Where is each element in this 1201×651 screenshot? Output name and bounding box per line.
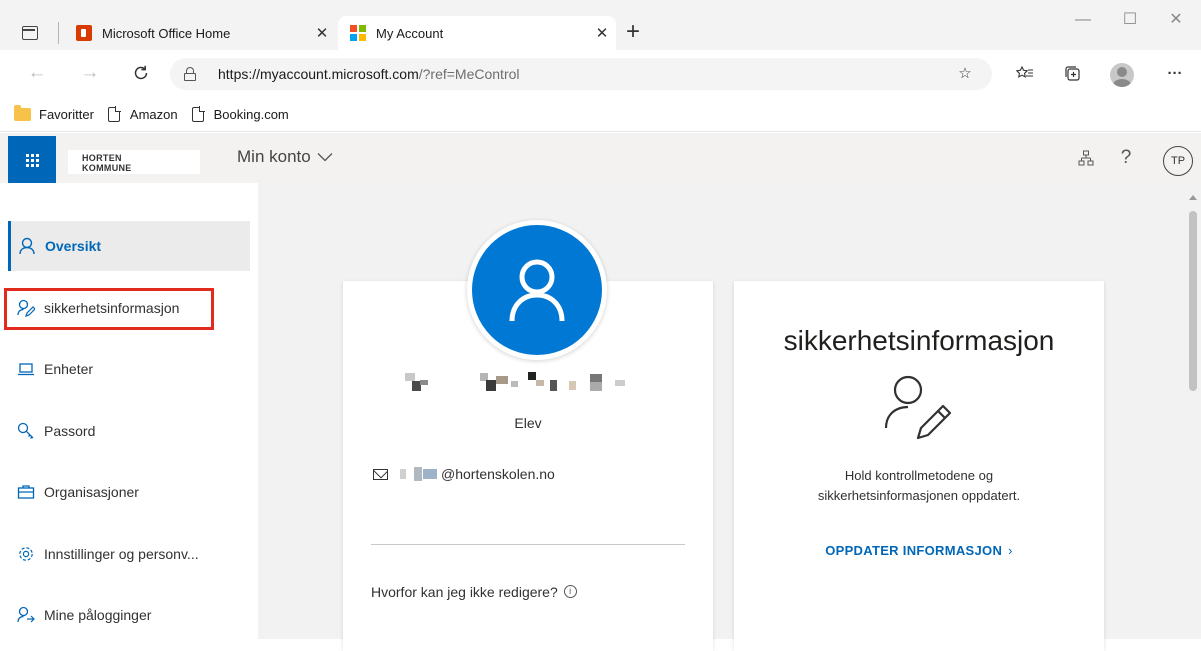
microsoft-logo-icon [350, 25, 366, 41]
url-field[interactable]: https://myaccount.microsoft.com/?ref=MeC… [170, 58, 992, 90]
tab-title: My Account [376, 25, 444, 41]
org-logo-line1: HORTEN [82, 153, 122, 163]
update-info-label: OPPDATER INFORMASJON [825, 543, 1003, 558]
main-content [258, 183, 1184, 651]
why-cant-edit-link[interactable]: Hvorfor kan jeg ikke redigere? i [371, 584, 577, 600]
organization-chart-icon[interactable] [1073, 145, 1099, 171]
back-button[interactable]: ← [22, 58, 52, 88]
description-line: sikkerhetsinformasjonen oppdatert. [817, 488, 1021, 503]
forward-button[interactable]: → [75, 58, 105, 88]
sidebar-item-mine-palogginger[interactable]: Mine pålogginger [8, 590, 250, 640]
folder-icon [14, 105, 31, 121]
app-header: HORTEN KOMMUNE Min konto ? TP [0, 133, 1201, 184]
briefcase-icon [16, 482, 36, 502]
close-window-button[interactable]: ✕ [1153, 6, 1199, 34]
app-launcher-button[interactable] [8, 136, 56, 184]
waffle-icon [26, 154, 39, 167]
tab-actions-icon[interactable] [22, 26, 38, 40]
tab-title: Microsoft Office Home [102, 25, 231, 41]
url-path: /?ref=MeControl [418, 66, 520, 82]
maximize-button[interactable]: ☐ [1107, 6, 1153, 34]
refresh-button[interactable] [126, 58, 156, 88]
tab-microsoft-office-home[interactable]: Microsoft Office Home ✕ [68, 16, 336, 50]
app-title-menu[interactable]: Min konto [237, 147, 333, 167]
mail-icon [373, 468, 388, 480]
app-title: Min konto [237, 147, 311, 166]
sign-ins-icon [16, 605, 36, 625]
chevron-down-icon [317, 153, 333, 162]
page-icon [191, 106, 205, 122]
person-icon [509, 259, 565, 322]
office-icon [76, 25, 92, 41]
description-line: Hold kontrollmetodene og [844, 468, 994, 483]
sidebar-item-enheter[interactable]: Enheter [8, 344, 250, 394]
collections-icon[interactable] [1060, 62, 1086, 86]
security-card-description: Hold kontrollmetodene og sikkerhetsinfor… [734, 466, 1104, 506]
scroll-thumb[interactable] [1189, 211, 1197, 391]
laptop-icon [16, 359, 36, 379]
card-divider [371, 544, 685, 545]
add-favorite-icon[interactable]: ☆ [952, 62, 978, 86]
favorite-label: Favoritter [39, 107, 94, 122]
more-options-icon[interactable]: ··· [1162, 62, 1188, 86]
user-name-redacted [400, 370, 650, 392]
sidebar-item-label: Organisasjoner [44, 484, 139, 500]
security-card-title: sikkerhetsinformasjon [783, 325, 1055, 356]
user-email: @hortenskolen.no [373, 466, 555, 482]
sidebar-item-label: Passord [44, 423, 96, 439]
org-logo-line2: KOMMUNE [82, 163, 132, 173]
favorite-booking[interactable]: Booking.com [191, 106, 289, 122]
highlight-annotation [4, 288, 214, 330]
sidebar-item-label: Innstillinger og personv... [44, 546, 199, 562]
favorite-label: Booking.com [213, 107, 289, 122]
new-tab-button[interactable]: + [626, 18, 640, 46]
sidebar-item-innstillinger[interactable]: Innstillinger og personv... [8, 529, 250, 579]
email-redacted [400, 469, 406, 479]
sidebar-item-label: Mine pålogginger [44, 607, 152, 623]
why-cant-edit-label: Hvorfor kan jeg ikke redigere? [371, 584, 558, 600]
minimize-button[interactable]: — [1060, 6, 1106, 34]
lock-icon[interactable] [184, 67, 196, 81]
tab-close-icon[interactable]: ✕ [308, 24, 336, 42]
gear-icon [16, 544, 36, 564]
help-icon[interactable]: ? [1116, 145, 1136, 171]
organization-logo[interactable]: HORTEN KOMMUNE [68, 150, 200, 174]
sidebar-item-organisasjoner[interactable]: Organisasjoner [8, 467, 250, 517]
user-avatar[interactable]: TP [1163, 146, 1193, 176]
tab-close-icon[interactable]: ✕ [588, 24, 616, 42]
refresh-icon [134, 65, 148, 80]
person-icon [17, 236, 37, 256]
security-info-icon [884, 375, 952, 440]
page-icon [107, 106, 121, 122]
url-host: https://myaccount.microsoft.com [218, 66, 419, 82]
sidebar-item-oversikt[interactable]: Oversikt [8, 221, 250, 271]
chevron-right-icon: › [1008, 543, 1013, 558]
scroll-up-icon[interactable] [1189, 195, 1197, 200]
profile-picture[interactable] [467, 220, 607, 360]
favorites-bar: Favoritter Amazon Booking.com [0, 98, 1201, 132]
profile-avatar-icon[interactable] [1110, 63, 1134, 87]
info-icon[interactable]: i [563, 585, 577, 598]
email-domain: @hortenskolen.no [441, 466, 555, 482]
sidebar-item-label: Enheter [44, 361, 94, 377]
tab-my-account[interactable]: My Account ✕ [338, 16, 616, 50]
update-info-link[interactable]: OPPDATER INFORMASJON › [734, 543, 1104, 558]
key-icon [16, 421, 36, 441]
favorite-label: Amazon [129, 107, 178, 122]
favorite-favoritter[interactable]: Favoritter [14, 105, 94, 122]
browser-tab-strip: Microsoft Office Home ✕ My Account ✕ + —… [0, 0, 1201, 50]
sidebar: Oversikt sikkerhetsinformasjon Enheter P… [0, 183, 258, 639]
favorites-icon[interactable] [1012, 62, 1038, 86]
favorite-amazon[interactable]: Amazon [107, 106, 178, 122]
sidebar-item-passord[interactable]: Passord [8, 406, 250, 456]
sidebar-item-label: Oversikt [45, 238, 102, 254]
user-role: Elev [514, 415, 542, 431]
tab-separator [58, 22, 59, 44]
address-bar-row: ← → https://myaccount.microsoft.com/?ref… [0, 50, 1201, 98]
page-scrollbar[interactable] [1184, 183, 1201, 639]
